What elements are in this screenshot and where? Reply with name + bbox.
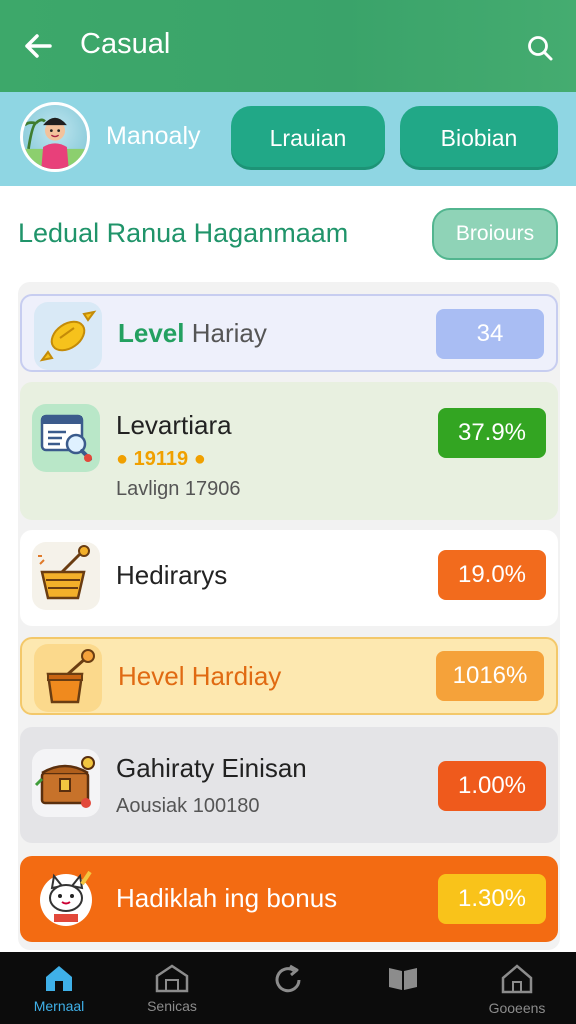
percent-badge: 1016% [436,651,544,701]
profile-button-primary[interactable]: Lrauian [231,106,385,170]
value-badge: 34 [436,309,544,359]
coin-value: 19119 [133,448,189,470]
nav-label: Mernaal [33,998,85,1014]
lemon-candy-icon [34,302,102,370]
nav-label: Senicas [147,998,197,1014]
book-icon [389,968,417,990]
bottom-navigation: Mernaal Senicas Gooeens [0,952,576,1024]
nav-item-house[interactable]: Gooeens [462,962,572,1022]
cat-mascot-icon [32,864,100,932]
treasure-chest-icon [32,749,100,817]
list-item-level[interactable]: Level Hariay 34 [20,294,558,372]
nav-item-refresh[interactable] [233,962,343,1022]
list-item-hevel-hardiay[interactable]: Hevel Hardiay 1016% [20,637,558,715]
refresh-icon [275,964,301,993]
home-icon [46,966,72,991]
list-item-label: Gahiraty Einisan [116,753,307,783]
nav-item-book[interactable] [348,962,458,1022]
nav-item-home[interactable]: Mernaal [4,962,114,1022]
list-item-levartiara[interactable]: Levartiara ● 19119 ● Lavlign 17906 37.9% [20,382,558,520]
list-item-label: Level Hariay [118,318,267,349]
app-bar: Casual [0,0,576,92]
percent-badge: 1.30% [438,874,546,924]
page-title: Casual [80,28,171,60]
avatar[interactable] [20,102,90,172]
list-item-bonus[interactable]: Hadiklah ing bonus 1.30% [20,856,558,942]
nav-label: Gooeens [488,1000,546,1016]
magnifier-document-icon [32,404,100,472]
list-item-gahiraty-einisan[interactable]: Gahiraty Einisan Aousiak 100180 1.00% [20,727,558,843]
section-action-button[interactable]: Broiours [432,208,558,260]
list-item-text: Hariay [191,318,267,348]
nav-item-shop[interactable]: Senicas [117,962,227,1022]
coin-count: ● 19119 ● [116,448,206,470]
bucket-icon [34,644,102,712]
level-prefix: Level [118,318,185,348]
house-icon [501,964,533,994]
basket-icon [32,542,100,610]
search-icon[interactable] [526,34,554,62]
list-item-label: Hadiklah ing bonus [116,883,338,913]
list-item-label: Hevel Hardiay [118,661,282,691]
list-item-label: Hedirarys [116,560,228,590]
list-item-subtitle: Aousiak 100180 [116,795,260,817]
list-item-hedirarys[interactable]: Hedirarys 19.0% [20,530,558,626]
profile-name: Manoaly [106,122,201,150]
percent-badge: 37.9% [438,408,546,458]
profile-button-secondary[interactable]: Biobian [400,106,558,170]
back-arrow-icon[interactable] [20,28,56,64]
section-title: Ledual Ranua Haganmaam [18,218,349,248]
percent-badge: 1.00% [438,761,546,811]
shop-icon [155,964,189,993]
list-item-subtitle: Lavlign 17906 [116,478,241,500]
profile-bar: Manoaly Lrauian Biobian [0,92,576,186]
percent-badge: 19.0% [438,550,546,600]
list-item-label: Levartiara [116,410,232,440]
